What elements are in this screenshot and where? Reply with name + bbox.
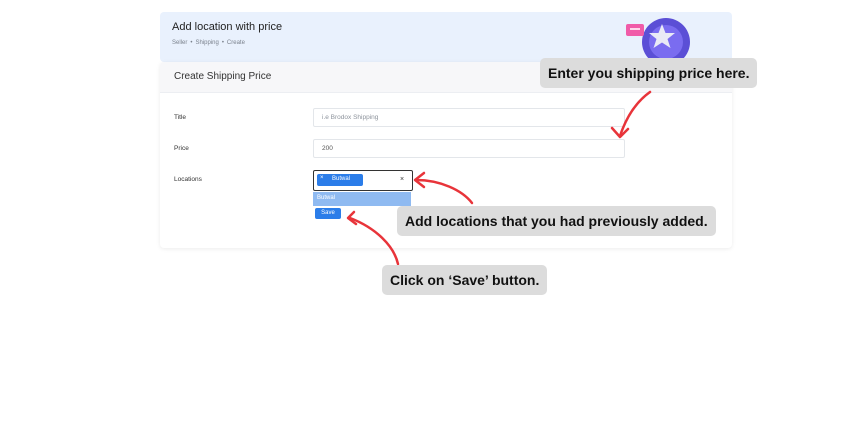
breadcrumb-separator: •: [221, 40, 224, 46]
page-title: Add location with price: [172, 21, 283, 33]
price-callout: Enter you shipping price here.: [540, 58, 758, 88]
title-input[interactable]: i.e Brodox Shipping: [313, 108, 625, 127]
dropdown-option-butwal[interactable]: Butwal: [317, 195, 335, 201]
card-title: Create Shipping Price: [174, 71, 272, 82]
title-label: Title: [174, 114, 187, 121]
breadcrumb-item-shipping[interactable]: Shipping: [195, 40, 218, 46]
chip-remove-icon[interactable]: ×: [320, 175, 324, 181]
star-badge-illustration: [626, 18, 690, 60]
breadcrumb-item-seller[interactable]: Seller: [172, 40, 187, 46]
title-input-placeholder: i.e Brodox Shipping: [322, 114, 379, 121]
breadcrumb-item-create: Create: [226, 40, 245, 46]
save-callout: Click on ‘Save’ button.: [382, 265, 548, 295]
price-label: Price: [174, 145, 189, 152]
locations-label: Locations: [174, 176, 202, 183]
clear-selection-icon[interactable]: ×: [400, 176, 404, 183]
locations-multiselect[interactable]: × Butwal ×: [313, 170, 413, 191]
location-chip: × Butwal: [317, 174, 363, 186]
save-button[interactable]: Save: [315, 208, 341, 219]
location-chip-label: Butwal: [332, 176, 351, 182]
price-input[interactable]: 200: [313, 139, 625, 158]
locations-callout: Add locations that you had previously ad…: [397, 206, 716, 236]
locations-dropdown: Butwal: [313, 192, 411, 206]
breadcrumb: Seller • Shipping • Create: [172, 40, 248, 46]
breadcrumb-separator: •: [190, 40, 193, 46]
page-header-banner: Add location with price Seller • Shipping •…: [160, 12, 732, 62]
price-input-value: 200: [322, 145, 333, 152]
